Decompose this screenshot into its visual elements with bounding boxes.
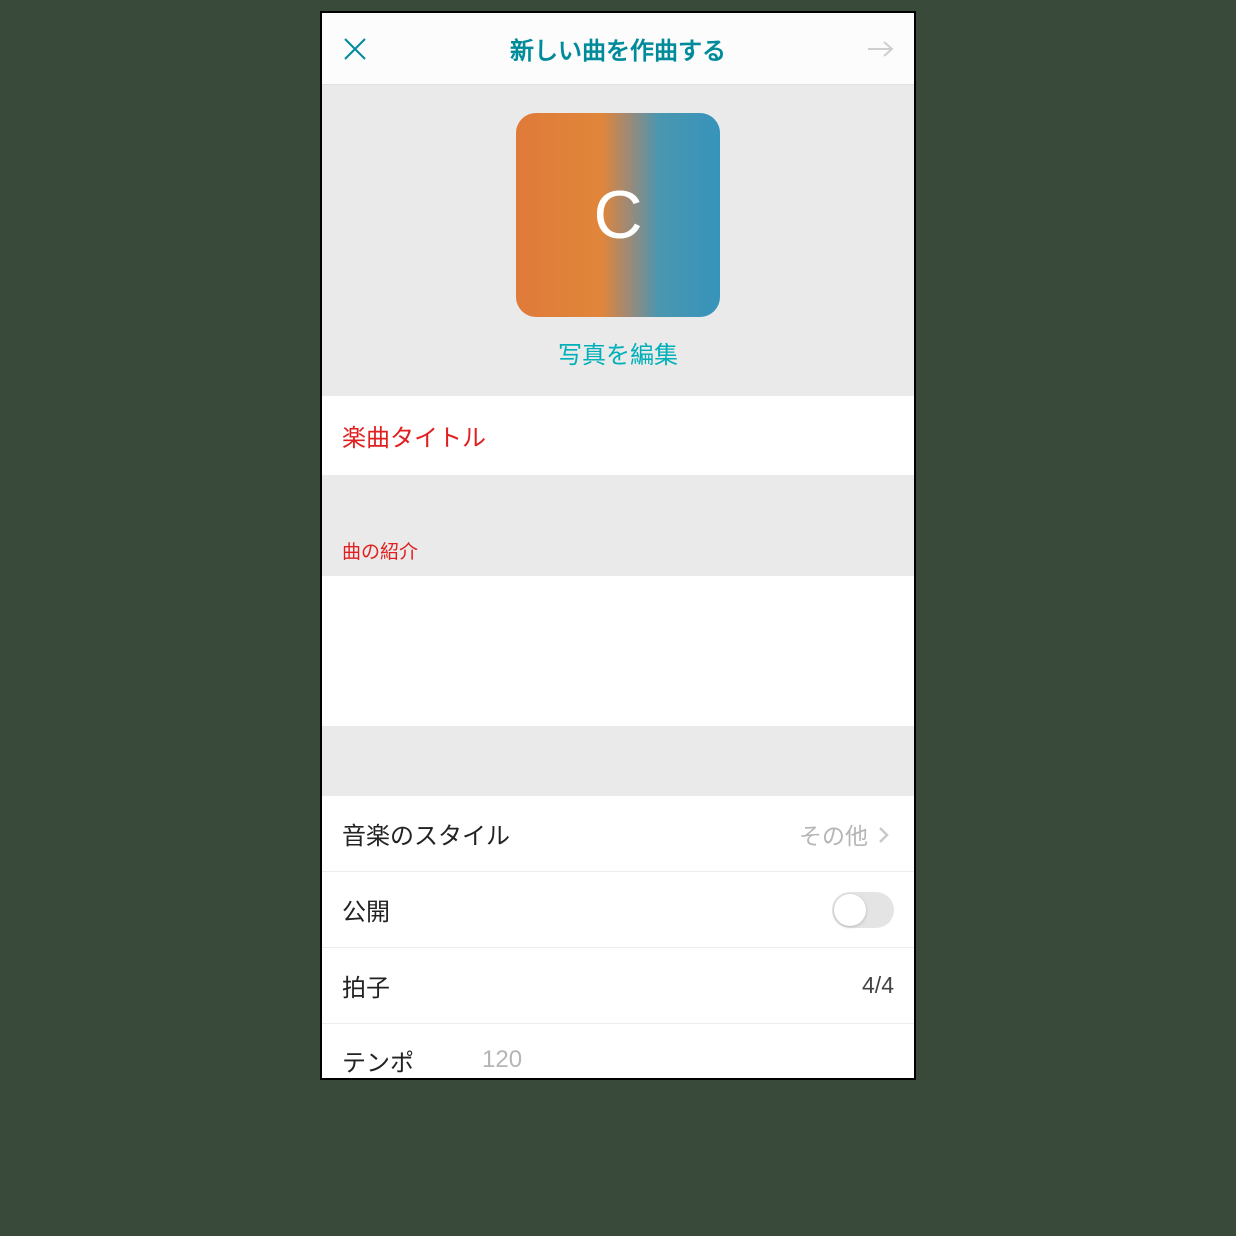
public-toggle[interactable] [832,892,894,928]
page-title: 新しい曲を作曲する [370,31,866,66]
row-public: 公開 [322,872,914,948]
chevron-right-icon [878,826,894,842]
row-meter[interactable]: 拍子 4/4 [322,948,914,1024]
row-label: 公開 [342,892,390,927]
header-bar: 新しい曲を作曲する [322,13,914,85]
row-music-style[interactable]: 音楽のスタイル その他 [322,796,914,872]
cover-section: C 写真を編集 [322,85,914,396]
song-title-input[interactable]: 楽曲タイトル [322,396,914,475]
row-label: 音楽のスタイル [342,816,510,851]
compose-song-screen: 新しい曲を作曲する C 写真を編集 楽曲タイトル 曲の紹介 音楽のスタイル その… [320,11,916,1080]
spacer [322,475,914,531]
next-arrow-icon[interactable] [866,34,896,64]
row-label: 拍子 [342,968,390,1003]
song-intro-input[interactable] [322,576,914,726]
cover-art[interactable]: C [516,113,720,317]
intro-label: 曲の紹介 [322,531,914,576]
tempo-value: 120 [482,1046,522,1074]
row-value: その他 [799,817,868,851]
settings-list: 音楽のスタイル その他 公開 拍子 4/4 テンポ 120 [322,796,914,1080]
spacer [322,726,914,796]
close-icon[interactable] [340,34,370,64]
edit-photo-button[interactable]: 写真を編集 [558,335,678,370]
row-label: テンポ [342,1043,482,1078]
row-value: 4/4 [862,972,894,999]
row-tempo[interactable]: テンポ 120 [322,1024,914,1080]
cover-letter: C [593,176,642,254]
toggle-knob [834,894,866,926]
